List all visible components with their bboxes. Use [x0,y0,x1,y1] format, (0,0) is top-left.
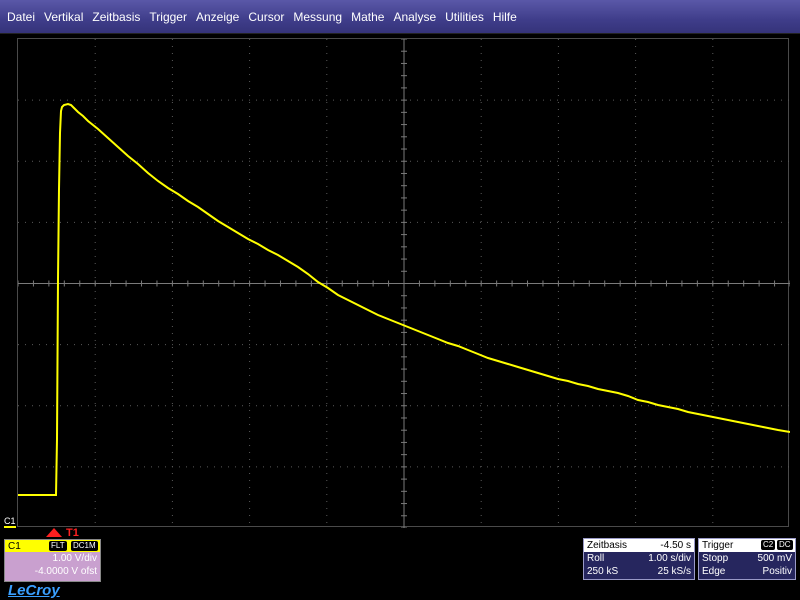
menu-messung[interactable]: Messung [289,0,346,34]
trigger-position-marker[interactable] [46,528,62,537]
channel-1-header: C1 FLT DC1M [5,540,100,552]
acquisition-state: Stopp [702,553,729,564]
timebase-delay: -4.50 s [660,540,691,551]
timebase-header: Zeitbasis -4.50 s [584,539,694,552]
trigger-title: Trigger [702,540,734,551]
menu-utilities[interactable]: Utilities [441,0,488,34]
menu-mathe[interactable]: Mathe [347,0,388,34]
menu-analyse[interactable]: Analyse [389,0,440,34]
graticule [18,39,790,528]
sample-count: 250 kS [587,566,619,577]
lecroy-logo[interactable]: LeCroy [8,582,60,599]
menu-zeitbasis[interactable]: Zeitbasis [88,0,144,34]
channel-offset: -4.0000 V ofst [34,566,97,577]
timebase-mode: Roll [587,553,605,564]
menu-trigger[interactable]: Trigger [145,0,191,34]
channel-marker-label: C1 [4,516,16,526]
menu-cursor[interactable]: Cursor [244,0,288,34]
menu-anzeige[interactable]: Anzeige [192,0,243,34]
trigger-descriptor[interactable]: Trigger C2 DC Stopp 500 mV Edge Positiv [698,538,796,580]
menu-vertikal[interactable]: Vertikal [40,0,87,34]
waveform-display[interactable] [17,38,790,528]
trigger-slope: Positiv [762,566,792,577]
channel-1-descriptor[interactable]: C1 FLT DC1M 1.00 V/div -4.0000 V ofst [4,539,101,582]
menu-datei[interactable]: Datei [3,0,39,34]
menu-bar: Datei Vertikal Zeitbasis Trigger Anzeige Curs… [0,0,800,34]
graticule-and-trace [18,39,790,528]
trigger-type: Edge [702,566,726,577]
volts-per-div: 1.00 V/div [52,553,97,564]
menu-hilfe[interactable]: Hilfe [489,0,521,34]
trigger-level: 500 mV [757,553,792,564]
sample-rate: 25 kS/s [657,566,691,577]
channel-1-name: C1 [8,540,21,552]
timebase-title: Zeitbasis [587,540,628,551]
filter-badge: FLT [49,541,67,551]
time-per-div: 1.00 s/div [648,553,691,564]
trigger-coupling-badge: DC [777,540,793,550]
channel-ground-marker[interactable] [4,526,16,528]
trigger-header: Trigger C2 DC [699,539,795,552]
coupling-badge: DC1M [71,541,98,551]
timebase-descriptor[interactable]: Zeitbasis -4.50 s Roll 1.00 s/div 250 kS… [583,538,695,580]
trigger-source-badge: C2 [761,540,776,550]
